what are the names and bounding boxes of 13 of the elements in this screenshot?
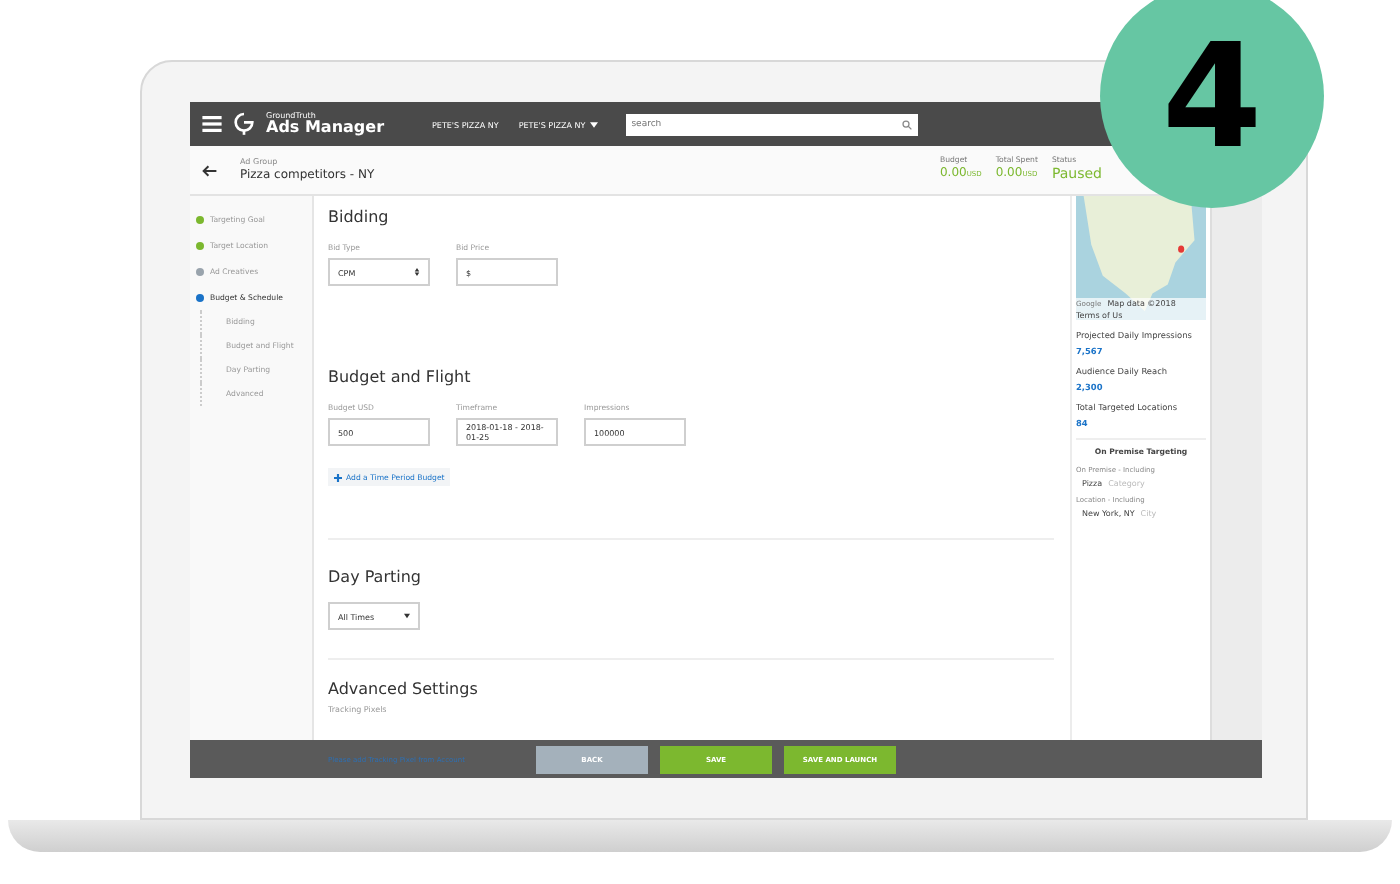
back-arrow-icon[interactable] [202,163,218,177]
search-icon [901,119,912,129]
section-title: Bidding [328,208,391,226]
plus-icon [334,473,342,481]
section-title: Budget and Flight [328,368,473,386]
app-title: Ads Manager [266,120,385,136]
logo-icon [234,112,254,136]
section-title: Advanced Settings [328,680,480,698]
section-title: Day Parting [328,568,424,586]
caret-icon [404,612,410,620]
up-down-icon [414,268,420,276]
step-number-badge: 4 [1100,0,1324,208]
menu-icon[interactable] [202,116,222,132]
